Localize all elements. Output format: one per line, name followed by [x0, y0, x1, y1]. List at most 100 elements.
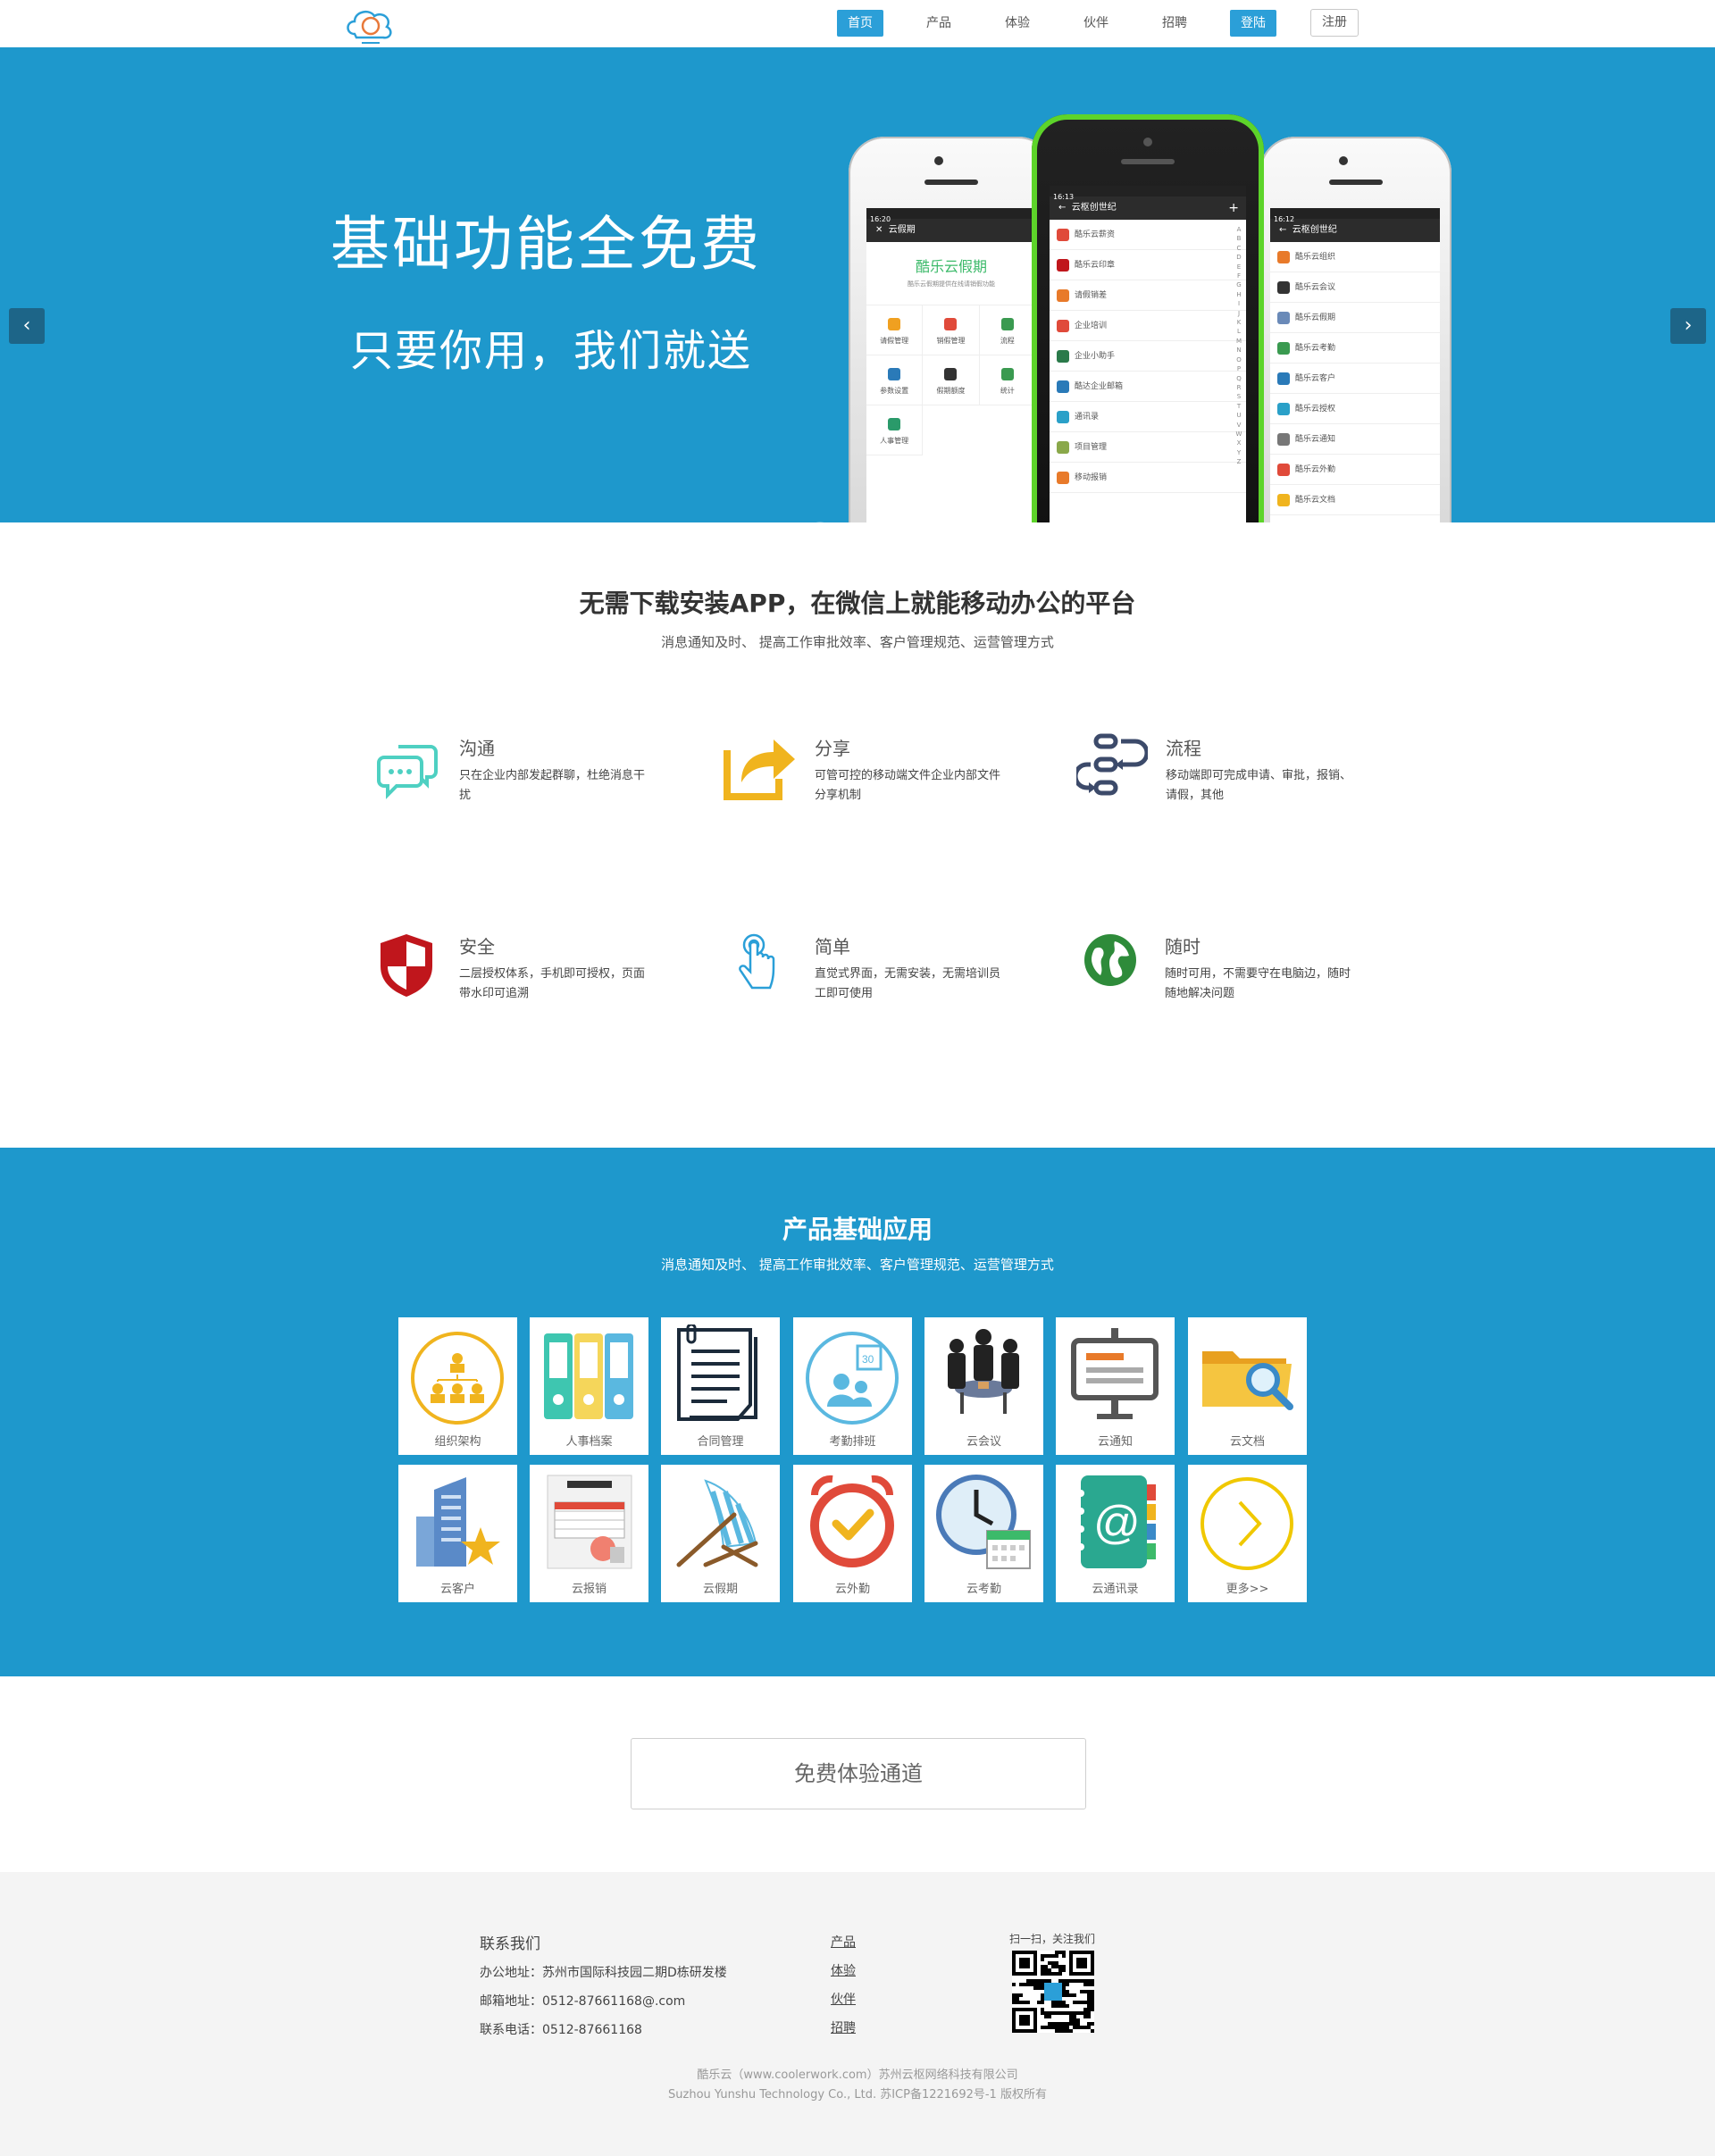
clock-calendar-icon: [936, 1475, 1031, 1569]
footer-link-product[interactable]: 产品: [831, 1933, 856, 1951]
list-item[interactable]: 企业小助手: [1050, 341, 1246, 372]
alphabet-letter[interactable]: E: [1235, 263, 1242, 272]
alphabet-letter[interactable]: P: [1235, 364, 1242, 373]
carousel-prev-button[interactable]: ‹: [9, 308, 45, 344]
alarm-clock-icon: [810, 1475, 894, 1567]
product-tile-leave[interactable]: 云假期: [661, 1465, 780, 1602]
products-section: 产品基础应用 消息通知及时、 提高工作审批效率、客户管理规范、运营管理方式 组织…: [0, 1148, 1715, 1676]
list-item[interactable]: 酷乐云外勤: [1270, 455, 1440, 485]
grid-cell[interactable]: 流程: [979, 305, 1036, 355]
alphabet-letter[interactable]: L: [1235, 327, 1242, 336]
alphabet-letter[interactable]: B: [1235, 234, 1242, 243]
product-tile-contacts[interactable]: @ 云通讯录: [1056, 1465, 1175, 1602]
alphabet-letter[interactable]: Y: [1235, 448, 1242, 457]
alphabet-letter[interactable]: Q: [1235, 374, 1242, 383]
product-tile-contract[interactable]: 合同管理: [661, 1317, 780, 1455]
list-item[interactable]: 酷乐云客户: [1270, 364, 1440, 394]
list-item[interactable]: 酷达企业邮箱: [1050, 372, 1246, 402]
product-tile-more[interactable]: 更多>>: [1188, 1465, 1307, 1602]
list-item[interactable]: 企业培训: [1050, 311, 1246, 341]
nav-product[interactable]: 产品: [916, 10, 962, 37]
list-item[interactable]: 移动报销: [1050, 463, 1246, 493]
alphabet-letter[interactable]: I: [1235, 299, 1242, 308]
product-tile-meeting[interactable]: 云会议: [924, 1317, 1043, 1455]
nav-home[interactable]: 首页: [837, 10, 883, 37]
register-button[interactable]: 注册: [1310, 9, 1359, 37]
intro-subtitle: 消息通知及时、 提高工作审批效率、客户管理规范、运营管理方式: [661, 634, 1054, 650]
alphabet-letter[interactable]: H: [1235, 290, 1242, 299]
free-trial-button[interactable]: 免费体验通道: [631, 1738, 1086, 1809]
list-item[interactable]: 酷乐云印章: [1050, 250, 1246, 280]
footer-link-jobs[interactable]: 招聘: [831, 2018, 856, 2036]
feature-communication: 沟通 只在企业内部发起群聊，杜绝消息干扰: [377, 738, 681, 827]
list-item[interactable]: 酷乐云文档: [1270, 485, 1440, 515]
share-arrow-icon: [724, 740, 795, 800]
list-item[interactable]: 酷乐云会议: [1270, 272, 1440, 303]
product-tile-notice[interactable]: 云通知: [1056, 1317, 1175, 1455]
nav-jobs[interactable]: 招聘: [1151, 10, 1198, 37]
cloud-logo-icon[interactable]: [344, 4, 396, 46]
alphabet-letter[interactable]: S: [1235, 392, 1242, 401]
alphabet-letter[interactable]: W: [1235, 430, 1242, 439]
list-item[interactable]: 酷乐云通知: [1270, 424, 1440, 455]
alphabet-letter[interactable]: O: [1235, 355, 1242, 364]
beach-chair-icon: [676, 1479, 758, 1567]
alphabet-letter[interactable]: A: [1235, 225, 1242, 234]
alphabet-letter[interactable]: J: [1235, 309, 1242, 318]
alphabet-letter[interactable]: G: [1235, 280, 1242, 289]
alphabet-letter[interactable]: Z: [1235, 457, 1242, 466]
alphabet-letter[interactable]: V: [1235, 421, 1242, 430]
alphabet-letter[interactable]: D: [1235, 253, 1242, 262]
grid-cell[interactable]: 请假管理: [866, 305, 924, 355]
footer-link-partner[interactable]: 伙伴: [831, 1990, 856, 2008]
svg-text:@: @: [1093, 1497, 1141, 1549]
nav-experience[interactable]: 体验: [994, 10, 1041, 37]
list-item[interactable]: 通讯录: [1050, 402, 1246, 432]
grid-cell[interactable]: 人事管理: [866, 405, 924, 455]
alphabet-letter[interactable]: T: [1235, 402, 1242, 411]
copyright-line-2: Suzhou Yunshu Technology Co., Ltd. 苏ICP备…: [668, 2088, 1047, 2102]
product-tile-hr[interactable]: 人事档案: [530, 1317, 648, 1455]
alphabet-letter[interactable]: C: [1235, 244, 1242, 253]
alphabet-letter[interactable]: N: [1235, 346, 1242, 355]
alphabet-letter[interactable]: M: [1235, 337, 1242, 346]
copyright-line-1: 酷乐云（www.coolerwork.com）苏州云枢网络科技有限公司: [697, 2068, 1018, 2082]
product-label: 云考勤: [966, 1583, 1001, 1596]
alphabet-letter[interactable]: U: [1235, 411, 1242, 420]
list-item[interactable]: 酷乐云组织: [1270, 242, 1440, 272]
product-tile-docs[interactable]: 云文档: [1188, 1317, 1307, 1455]
intro-title: 无需下载安装APP，在微信上就能移动办公的平台: [579, 589, 1136, 618]
add-icon[interactable]: +: [1228, 196, 1246, 220]
grid-cell[interactable]: 统计: [979, 355, 1036, 405]
login-button[interactable]: 登陆: [1230, 10, 1276, 37]
list-item[interactable]: 酷乐云薪资: [1050, 220, 1246, 250]
alphabet-letter[interactable]: X: [1235, 439, 1242, 447]
list-item[interactable]: 酷乐云考勤: [1270, 333, 1440, 364]
nav-partner[interactable]: 伙伴: [1073, 10, 1119, 37]
alphabet-letter[interactable]: R: [1235, 383, 1242, 392]
building-star-icon: [416, 1477, 500, 1567]
shield-icon: [381, 934, 432, 997]
product-tile-attendance[interactable]: 云考勤: [924, 1465, 1043, 1602]
product-tile-schedule[interactable]: 30 考勤排班: [793, 1317, 912, 1455]
grid-cell[interactable]: 销假管理: [923, 305, 980, 355]
phone-left-screen: 16:20 ✕ 云假期 酷乐云假期 酷乐云假期提供在线请销假功能 请假管理 销假…: [866, 208, 1036, 522]
grid-cell[interactable]: 假期额度: [923, 355, 980, 405]
alphabet-letter[interactable]: K: [1235, 318, 1242, 327]
alphabet-index[interactable]: ABCDEFGHIJKLMNOPQRSTUVWXYZ: [1235, 225, 1242, 467]
qr-code-icon: [1012, 1951, 1094, 2033]
hero-subtitle: 只要你用，我们就送: [350, 326, 753, 376]
product-label: 云假期: [702, 1583, 738, 1596]
carousel-next-button[interactable]: ›: [1670, 308, 1706, 344]
list-item[interactable]: 酷乐云假期: [1270, 303, 1440, 333]
alphabet-letter[interactable]: F: [1235, 272, 1242, 280]
list-item[interactable]: 请假销差: [1050, 280, 1246, 311]
product-tile-org[interactable]: 组织架构: [398, 1317, 517, 1455]
grid-cell[interactable]: 参数设置: [866, 355, 924, 405]
product-tile-field[interactable]: 云外勤: [793, 1465, 912, 1602]
list-item[interactable]: 项目管理: [1050, 432, 1246, 463]
footer-link-experience[interactable]: 体验: [831, 1961, 856, 1979]
product-tile-expense[interactable]: 云报销: [530, 1465, 648, 1602]
product-tile-customer[interactable]: 云客户: [398, 1465, 517, 1602]
list-item[interactable]: 酷乐云授权: [1270, 394, 1440, 424]
